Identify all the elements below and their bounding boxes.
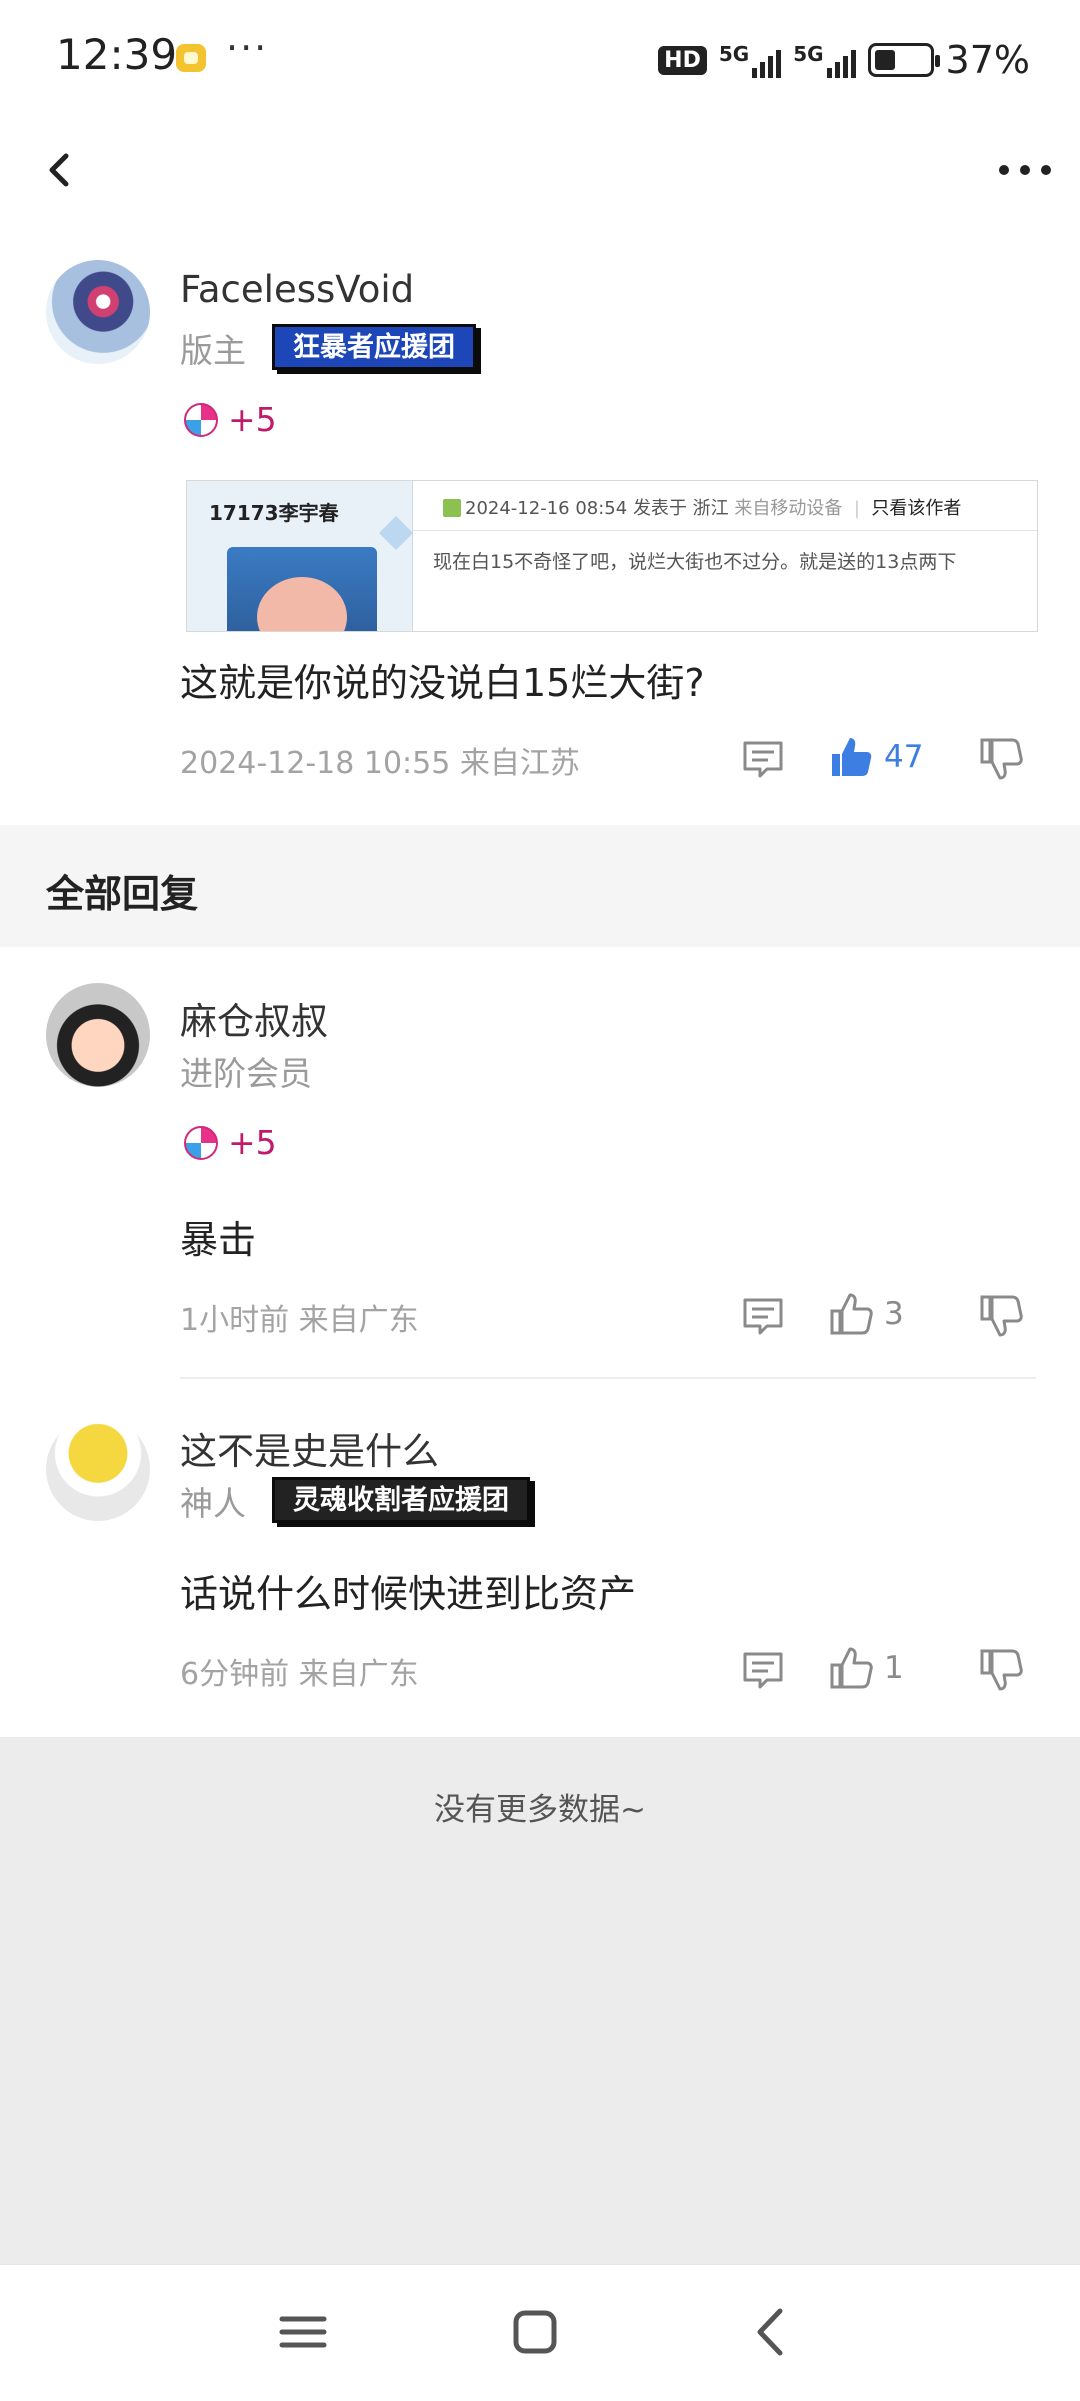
recent-apps-button[interactable] [268,2297,338,2367]
gift-reward[interactable]: +5 [184,1123,277,1162]
user-role: 进阶会员 [180,1054,312,1093]
section-title: 全部回复 [46,872,199,916]
dislike-button[interactable] [978,736,1024,782]
thumbs-down-icon [980,738,1023,780]
like-button[interactable]: 47 [828,734,923,780]
username[interactable]: 这不是史是什么 [180,1421,439,1475]
system-back-button[interactable] [736,2297,806,2367]
avatar[interactable] [46,260,150,364]
candy-icon [184,402,218,437]
quote-author: 17173李宇春 [209,501,339,525]
signal-icon-2: 5G [793,42,856,78]
hd-voice-icon: HD [658,45,707,75]
reply-timestamp: 6分钟前 来自广东 [180,1657,419,1692]
comment-button[interactable] [740,736,786,782]
menu-icon [279,2316,327,2348]
comment-icon [743,1298,783,1335]
quote-device: 来自移动设备 [734,498,843,519]
quote-meta: 2024-12-16 08:54 发表于 浙江 来自移动设备 | 只看该作者 [443,494,961,520]
comment-icon [743,741,783,778]
user-role: 神人 [180,1484,246,1523]
fan-club-badge[interactable]: 狂暴者应援团 [272,324,476,370]
quoted-screenshot[interactable]: 17173李宇春 2024-12-16 08:54 发表于 浙江 来自移动设备 … [186,480,1038,632]
status-indicators: HD 5G 5G 37% [658,38,1030,82]
battery-percent: 37% [945,38,1030,82]
home-button[interactable] [500,2297,570,2367]
status-bar: 12:39 ··· HD 5G 5G 37% [0,0,1080,120]
quote-text: 现在白15不奇怪了吧，说烂大街也不过分。就是送的13点两下 [433,551,957,573]
battery-icon [867,43,940,77]
username[interactable]: FacelessVoid [180,268,414,311]
thumbs-down-icon [980,1295,1023,1337]
reply-content: 话说什么时候快进到比资产 [180,1572,637,1616]
quote-location: 发表于 浙江 [632,498,729,519]
avatar[interactable] [46,1417,150,1521]
user-role: 版主 [180,331,246,370]
notification-icon [176,44,206,72]
online-icon [443,499,461,517]
thumbs-up-icon [830,1293,873,1335]
replies-section-header: 全部回复 [0,825,1080,947]
quote-author-only: 只看该作者 [871,498,962,519]
quote-date: 2024-12-16 08:54 [465,498,628,519]
comment-button[interactable] [740,1293,786,1339]
reply-list: 麻仓叔叔 进阶会员 +5 暴击 1小时前 来自广东 3 这不是史是什么 神人 灵… [0,947,1080,1737]
like-count: 1 [884,1650,904,1686]
quote-author-panel: 17173李宇春 [187,481,413,631]
candy-icon [184,1125,218,1160]
reply-content: 暴击 [180,1218,257,1262]
thumbs-up-icon [832,738,872,776]
top-bar [0,120,1080,210]
avatar[interactable] [46,983,150,1087]
network-type-label: 5G [793,42,824,66]
chevron-left-icon [49,153,69,187]
back-button[interactable] [30,140,90,200]
more-dots-icon [999,165,1051,175]
fan-club-badge[interactable]: 灵魂收割者应援团 [272,1477,530,1523]
quote-header: 2024-12-16 08:54 发表于 浙江 来自移动设备 | 只看该作者 [413,481,1037,531]
comment-icon [743,1652,783,1689]
thumbs-down-icon [980,1649,1023,1691]
network-type-label: 5G [718,42,750,66]
status-time: 12:39 [56,30,178,79]
gift-count: +5 [228,1123,277,1162]
square-home-icon [513,2310,557,2354]
username[interactable]: 麻仓叔叔 [180,991,328,1045]
quote-avatar-image [227,547,377,631]
like-button[interactable]: 1 [828,1645,904,1691]
like-count: 47 [884,739,924,775]
reply-timestamp: 1小时前 来自广东 [180,1303,419,1338]
chevron-left-icon [757,2308,783,2356]
dislike-button[interactable] [978,1293,1024,1339]
comment-button[interactable] [740,1647,786,1693]
signal-icon-1: 5G [718,42,782,78]
main-post: FacelessVoid 版主 狂暴者应援团 +5 17173李宇春 2024-… [0,210,1080,825]
more-notifications-icon: ··· [226,26,269,70]
gift-count: +5 [228,400,277,439]
dislike-button[interactable] [978,1647,1024,1693]
no-more-data-text: 没有更多数据~ [434,1792,646,1828]
thumbs-up-icon [830,1647,873,1689]
system-navigation-bar [0,2264,1080,2401]
post-content: 这就是你说的没说白15烂大街? [180,661,705,705]
more-options-button[interactable] [990,140,1060,200]
gift-reward[interactable]: +5 [184,400,277,439]
like-count: 3 [884,1296,904,1332]
post-timestamp: 2024-12-18 10:55 来自江苏 [180,746,580,781]
like-button[interactable]: 3 [828,1291,904,1337]
divider [180,1377,1036,1379]
